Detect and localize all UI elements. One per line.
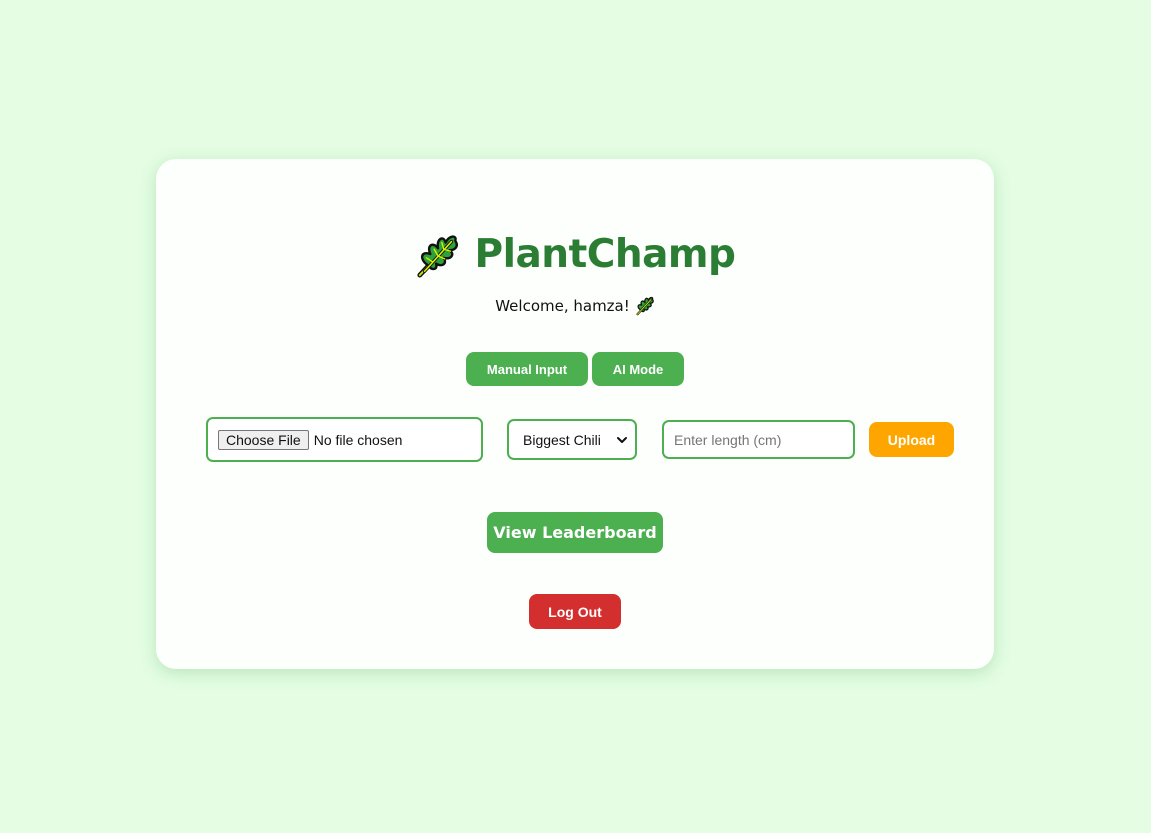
ai-mode-button[interactable]: AI Mode: [592, 352, 684, 386]
file-input[interactable]: Choose File No file chosen: [206, 417, 483, 462]
leaf-icon: [415, 231, 461, 279]
upload-button[interactable]: Upload: [869, 422, 954, 457]
category-select[interactable]: Biggest Chili: [507, 419, 637, 460]
category-selected-value: Biggest Chili: [523, 431, 601, 448]
app-title: PlantChamp: [474, 232, 736, 277]
manual-input-button[interactable]: Manual Input: [466, 352, 588, 386]
file-status: No file chosen: [313, 431, 403, 448]
welcome-message: Welcome, hamza!: [156, 295, 994, 316]
view-leaderboard-button[interactable]: View Leaderboard: [487, 512, 663, 553]
logout-button[interactable]: Log Out: [529, 594, 621, 629]
leaf-icon: [635, 295, 655, 316]
welcome-text: Welcome, hamza!: [495, 296, 630, 315]
upload-form: Choose File No file chosen Biggest Chili…: [156, 417, 994, 463]
app-header: PlantChamp: [156, 229, 994, 281]
main-card: PlantChamp Welcome, hamza! Manual Input …: [156, 159, 994, 669]
chevron-down-icon: [617, 437, 627, 443]
mode-switcher: Manual Input AI Mode: [156, 352, 994, 386]
length-input[interactable]: [662, 420, 855, 459]
choose-file-button[interactable]: Choose File: [218, 429, 309, 450]
